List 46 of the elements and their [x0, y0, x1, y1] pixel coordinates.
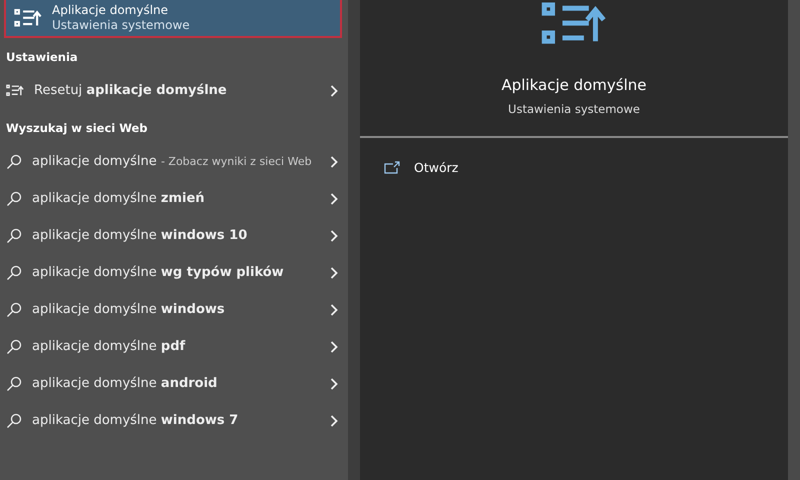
result-text: aplikacje domyślne zmień [32, 190, 206, 208]
search-icon [6, 190, 22, 206]
search-icon [6, 154, 22, 170]
result-text: Resetuj aplikacje domyślne [34, 82, 228, 100]
preview-subtitle: Ustawienia systemowe [508, 102, 640, 116]
search-icon [6, 302, 22, 318]
list-arrow-icon [14, 8, 42, 28]
chevron-right-icon [330, 230, 338, 242]
search-icon [6, 264, 22, 280]
result-item[interactable]: aplikacje domyślne windows 7 [4, 402, 342, 439]
open-action[interactable]: Otwórz [360, 138, 788, 197]
search-icon [6, 376, 22, 392]
best-match-title: Aplikacje domyślne [52, 4, 170, 16]
result-text: aplikacje domyślne windows 10 [32, 227, 248, 245]
chevron-right-icon [330, 304, 338, 316]
list-arrow-icon [6, 84, 24, 98]
result-item[interactable]: Resetuj aplikacje domyślne [4, 72, 342, 109]
result-text: aplikacje domyślne wg typów plików [32, 264, 285, 282]
result-text: aplikacje domyślne windows [32, 301, 226, 319]
search-icon [6, 228, 22, 244]
result-text: aplikacje domyślne pdf [32, 338, 186, 356]
best-match-subtitle: Ustawienia systemowe [52, 16, 190, 32]
section-heading: Ustawienia [5, 49, 79, 66]
chevron-right-icon [330, 192, 338, 204]
chevron-right-icon [330, 378, 338, 390]
result-item[interactable]: aplikacje domyślne pdf [4, 328, 342, 365]
open-window-icon [384, 160, 400, 174]
result-item[interactable]: aplikacje domyślne windows 10 [4, 217, 342, 254]
result-item[interactable]: aplikacje domyślne - Zobacz wyniki z sieci Web [4, 143, 342, 180]
result-item[interactable]: aplikacje domyślne windows [4, 291, 342, 328]
section-heading: Wyszukaj w sieci Web [5, 120, 149, 137]
result-item[interactable]: aplikacje domyślne wg typów plików [4, 254, 342, 291]
chevron-right-icon [330, 266, 338, 278]
search-icon [6, 412, 22, 428]
chevron-right-icon [330, 414, 338, 426]
chevron-right-icon [330, 84, 338, 96]
result-text: aplikacje domyślne - Zobacz wyniki z sieci Web [32, 153, 313, 171]
chevron-right-icon [330, 340, 338, 352]
result-item[interactable]: aplikacje domyślne zmień [4, 180, 342, 217]
preview-title: Aplikacje domyślne [501, 76, 647, 94]
chevron-right-icon [330, 156, 338, 168]
result-text: aplikacje domyślne android [32, 375, 218, 393]
search-icon [6, 338, 22, 354]
result-item[interactable]: aplikacje domyślne android [4, 365, 342, 402]
result-text: aplikacje domyślne windows 7 [32, 412, 240, 430]
best-match-item[interactable]: Aplikacje domyślne Ustawienia systemowe [4, 0, 342, 38]
